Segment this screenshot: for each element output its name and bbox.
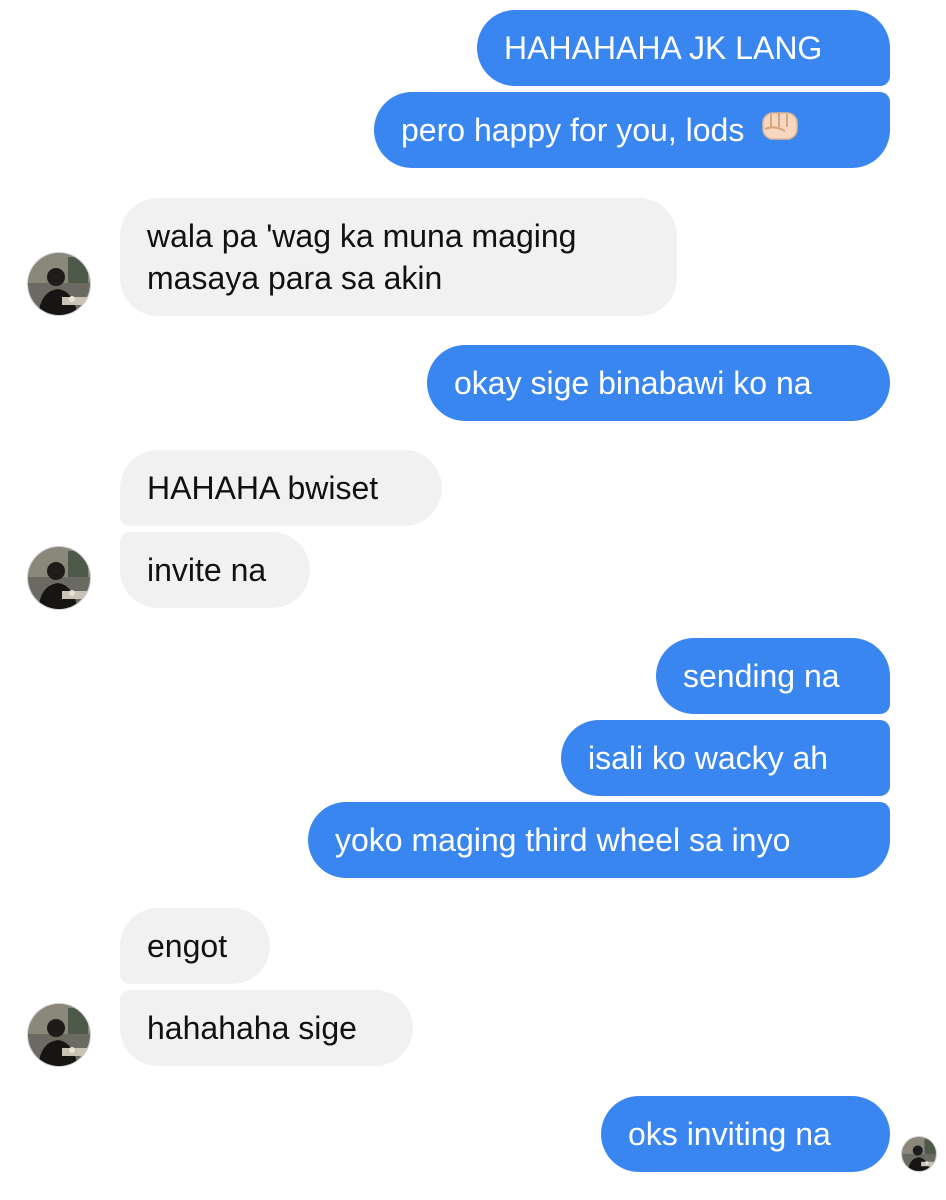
message-text: oks inviting na: [628, 1116, 831, 1152]
message-bubble-received[interactable]: engot: [120, 908, 270, 984]
message-bubble-received[interactable]: HAHAHA bwiset: [120, 450, 442, 526]
person-photo-icon: [28, 547, 90, 609]
message-text: HAHAHA bwiset: [147, 470, 379, 506]
person-photo-icon: [28, 253, 90, 315]
message-bubble-received[interactable]: wala pa 'wag ka muna maging masaya para …: [120, 198, 677, 316]
contact-avatar[interactable]: [27, 546, 91, 610]
message-text: HAHAHAHA JK LANG: [504, 30, 823, 66]
message-text: yoko maging third wheel sa inyo: [335, 822, 791, 858]
message-bubble-sent[interactable]: yoko maging third wheel sa inyo: [308, 802, 890, 878]
message-text-line: masaya para sa akin: [147, 260, 443, 296]
read-receipt-avatar: [901, 1136, 937, 1172]
message-text: pero happy for you, lods: [401, 112, 745, 148]
message-bubble-sent[interactable]: pero happy for you, lods: [374, 92, 890, 168]
message-bubble-sent[interactable]: isali ko wacky ah: [561, 720, 890, 796]
message-bubble-sent[interactable]: oks inviting na: [601, 1096, 890, 1172]
message-bubble-sent[interactable]: sending na: [656, 638, 890, 714]
message-text: sending na: [683, 658, 840, 694]
message-bubble-received[interactable]: hahahaha sige: [120, 990, 413, 1066]
message-bubble-received[interactable]: invite na: [120, 532, 310, 608]
message-text: isali ko wacky ah: [588, 740, 829, 776]
message-text: okay sige binabawi ko na: [454, 365, 812, 401]
oncoming-fist-emoji: [759, 105, 803, 155]
person-photo-icon: [28, 1004, 90, 1066]
message-text: engot: [147, 928, 228, 964]
message-text-line: wala pa 'wag ka muna maging: [147, 218, 577, 254]
contact-avatar[interactable]: [27, 252, 91, 316]
message-text: hahahaha sige: [147, 1010, 357, 1046]
message-bubble-sent[interactable]: okay sige binabawi ko na: [427, 345, 890, 421]
person-photo-icon: [902, 1137, 936, 1171]
message-bubble-sent[interactable]: HAHAHAHA JK LANG: [477, 10, 890, 86]
contact-avatar[interactable]: [27, 1003, 91, 1067]
message-text: invite na: [147, 552, 267, 588]
